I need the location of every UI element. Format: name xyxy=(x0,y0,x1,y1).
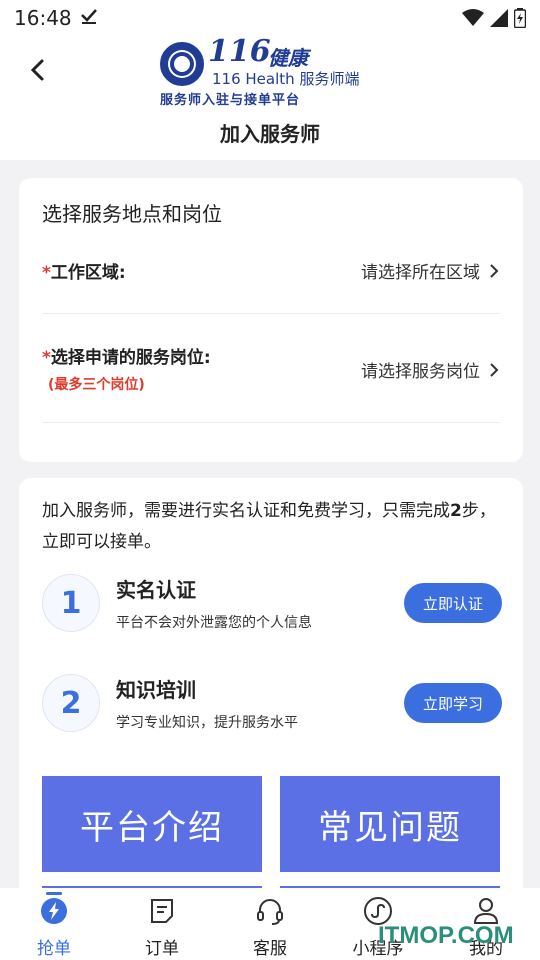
tab-grab-orders[interactable]: 抢单 xyxy=(0,888,108,960)
tab-label: 客服 xyxy=(253,939,287,959)
step-number: 2 xyxy=(42,674,100,732)
step-desc: 平台不会对外泄露您的个人信息 xyxy=(116,615,312,631)
location-card-title: 选择服务地点和岗位 xyxy=(42,202,222,226)
work-area-select[interactable]: 请选择所在区域 xyxy=(361,258,500,283)
wifi-icon xyxy=(462,9,484,26)
step-number: 1 xyxy=(42,574,100,632)
position-row[interactable]: *选择申请的服务岗位: (最多三个岗位) 请选择服务岗位 xyxy=(42,343,500,423)
work-area-value: 请选择所在区域 xyxy=(361,263,480,283)
tab-label: 订单 xyxy=(145,939,179,959)
tab-orders[interactable]: 订单 xyxy=(108,888,216,960)
signal-icon xyxy=(490,9,508,27)
logo-badge-icon xyxy=(160,42,204,86)
tab-customer-service[interactable]: 客服 xyxy=(216,888,324,960)
logo-en: 116 Health 服务师端 xyxy=(212,70,360,88)
app-logo: 116 健康 116 Health 服务师端 服务师入驻与接单平台 xyxy=(160,34,390,108)
order-icon xyxy=(151,899,173,923)
step-desc: 学习专业知识，提升服务水平 xyxy=(116,715,298,731)
step-training: 2 知识培训 学习专业知识，提升服务水平 立即学习 xyxy=(42,674,502,734)
header: 116 健康 116 Health 服务师端 服务师入驻与接单平台 加入服务师 xyxy=(0,34,540,160)
logo-number: 116 xyxy=(208,34,271,69)
learn-now-button[interactable]: 立即学习 xyxy=(404,683,502,723)
active-tab-indicator xyxy=(46,892,62,895)
download-done-icon xyxy=(80,7,98,30)
step-title: 实名认证 xyxy=(116,578,196,602)
headset-icon xyxy=(257,899,283,925)
work-area-row[interactable]: *工作区域: 请选择所在区域 xyxy=(42,258,500,314)
lightning-icon xyxy=(41,898,67,924)
faq-button[interactable]: 常见问题 xyxy=(280,776,500,872)
status-time: 16:48 xyxy=(14,6,72,30)
logo-tagline: 服务师入驻与接单平台 xyxy=(160,93,301,108)
tab-label: 抢单 xyxy=(37,939,71,959)
watermark: ITMOP.COM xyxy=(378,922,514,949)
position-select[interactable]: 请选择服务岗位 xyxy=(361,357,500,382)
step-real-name: 1 实名认证 平台不会对外泄露您的个人信息 立即认证 xyxy=(42,574,502,634)
logo-cn: 健康 xyxy=(268,46,308,70)
join-intro: 加入服务师，需要进行实名认证和免费学习，只需完成2步，立即可以接单。 xyxy=(42,501,496,552)
join-card: 加入服务师，需要进行实名认证和免费学习，只需完成2步，立即可以接单。 1 实名认… xyxy=(19,478,523,898)
status-bar: 16:48 xyxy=(0,0,540,36)
position-value: 请选择服务岗位 xyxy=(361,362,480,382)
back-button[interactable] xyxy=(24,56,52,84)
chevron-right-icon xyxy=(490,263,499,278)
verify-now-button[interactable]: 立即认证 xyxy=(404,583,502,623)
logo-role: 服务师端 xyxy=(299,70,360,88)
page-title: 加入服务师 xyxy=(220,122,320,146)
chevron-right-icon xyxy=(490,362,499,377)
back-arrow-icon xyxy=(30,59,44,81)
platform-intro-button[interactable]: 平台介绍 xyxy=(42,776,262,872)
step-title: 知识培训 xyxy=(116,678,196,702)
location-card: 选择服务地点和岗位 *工作区域: 请选择所在区域 *选择申请的服务岗位: (最多… xyxy=(19,178,523,462)
battery-icon xyxy=(514,8,526,28)
status-icons xyxy=(462,8,526,28)
